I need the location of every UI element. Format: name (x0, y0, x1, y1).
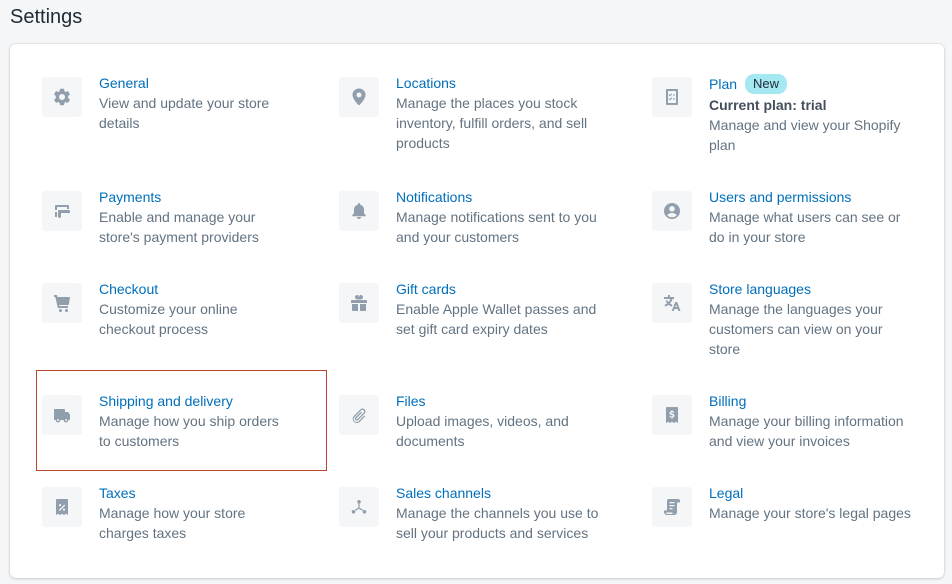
legal-scroll-icon (652, 487, 692, 527)
settings-item-description: Upload images, videos, and documents (396, 413, 569, 449)
settings-item-checkout[interactable]: Checkout Customize your online checkout … (42, 281, 312, 339)
settings-item-description: Manage your billing information and view… (709, 413, 904, 449)
settings-item-users-and-permissions[interactable]: Users and permissions Manage what users … (652, 189, 922, 247)
settings-item-title[interactable]: Shipping and delivery (99, 391, 233, 411)
settings-item-title[interactable]: Sales channels (396, 483, 491, 503)
settings-item-title[interactable]: Billing (709, 391, 746, 411)
settings-item-description: Customize your online checkout process (99, 301, 238, 337)
settings-item-plan[interactable]: Plan New Current plan: trial Manage and … (652, 73, 922, 155)
settings-item-sales-channels[interactable]: Sales channels Manage the channels you u… (339, 485, 609, 543)
settings-item-description: Manage how your store charges taxes (99, 505, 246, 541)
cart-icon (42, 283, 82, 323)
settings-item-billing[interactable]: Billing Manage your billing information … (652, 393, 922, 451)
page-title: Settings (10, 6, 83, 28)
settings-item-description: View and update your store details (99, 95, 270, 131)
new-badge: New (744, 73, 789, 95)
settings-item-general[interactable]: General View and update your store detai… (42, 75, 312, 133)
settings-item-legal[interactable]: Legal Manage your store's legal pages (652, 485, 937, 527)
bell-icon (339, 191, 379, 231)
settings-item-description: Manage how you ship orders to customers (99, 413, 279, 449)
invoice-icon (652, 395, 692, 435)
tax-icon (42, 487, 82, 527)
current-plan-label: Current plan: trial (709, 97, 827, 113)
settings-item-title[interactable]: Legal (709, 483, 743, 503)
channels-icon (339, 487, 379, 527)
settings-item-title[interactable]: Checkout (99, 279, 158, 299)
plan-document-icon (652, 77, 692, 117)
gear-icon (42, 77, 82, 117)
settings-item-title[interactable]: Users and permissions (709, 187, 851, 207)
user-circle-icon (652, 191, 692, 231)
settings-item-description: Enable Apple Wallet passes and set gift … (396, 301, 597, 337)
settings-item-locations[interactable]: Locations Manage the places you stock in… (339, 75, 609, 153)
settings-item-payments[interactable]: Payments Enable and manage your store's … (42, 189, 312, 247)
settings-item-description: Enable and manage your store's payment p… (99, 209, 259, 245)
settings-item-shipping-and-delivery[interactable]: Shipping and delivery Manage how you shi… (42, 393, 312, 451)
truck-icon (42, 395, 82, 435)
settings-item-store-languages[interactable]: Store languages Manage the languages you… (652, 281, 922, 359)
settings-item-notifications[interactable]: Notifications Manage notifications sent … (339, 189, 609, 247)
settings-item-taxes[interactable]: Taxes Manage how your store charges taxe… (42, 485, 312, 543)
settings-item-description: Manage and view your Shopify plan (709, 117, 901, 153)
settings-item-description: Manage the channels you use to sell your… (396, 505, 599, 541)
settings-item-title[interactable]: Gift cards (396, 279, 456, 299)
payments-icon (42, 191, 82, 231)
settings-item-description: Manage the languages your customers can … (709, 301, 883, 357)
settings-item-description: Manage your store's legal pages (709, 505, 911, 521)
settings-item-title[interactable]: Files (396, 391, 426, 411)
gift-icon (339, 283, 379, 323)
settings-item-title[interactable]: Payments (99, 187, 161, 207)
paperclip-icon (339, 395, 379, 435)
settings-item-title[interactable]: General (99, 73, 149, 93)
settings-item-description: Manage what users can see or do in your … (709, 209, 901, 245)
settings-item-description: Manage notifications sent to you and you… (396, 209, 597, 245)
settings-card: General View and update your store detai… (10, 44, 944, 578)
settings-item-files[interactable]: Files Upload images, videos, and documen… (339, 393, 609, 451)
settings-item-title[interactable]: Taxes (99, 483, 136, 503)
settings-item-title[interactable]: Locations (396, 73, 456, 93)
settings-item-title[interactable]: Plan (709, 74, 737, 94)
settings-item-title[interactable]: Notifications (396, 187, 472, 207)
settings-item-description: Manage the places you stock inventory, f… (396, 95, 588, 151)
location-pin-icon (339, 77, 379, 117)
settings-item-gift-cards[interactable]: Gift cards Enable Apple Wallet passes an… (339, 281, 609, 339)
translate-icon (652, 283, 692, 323)
settings-item-title[interactable]: Store languages (709, 279, 811, 299)
